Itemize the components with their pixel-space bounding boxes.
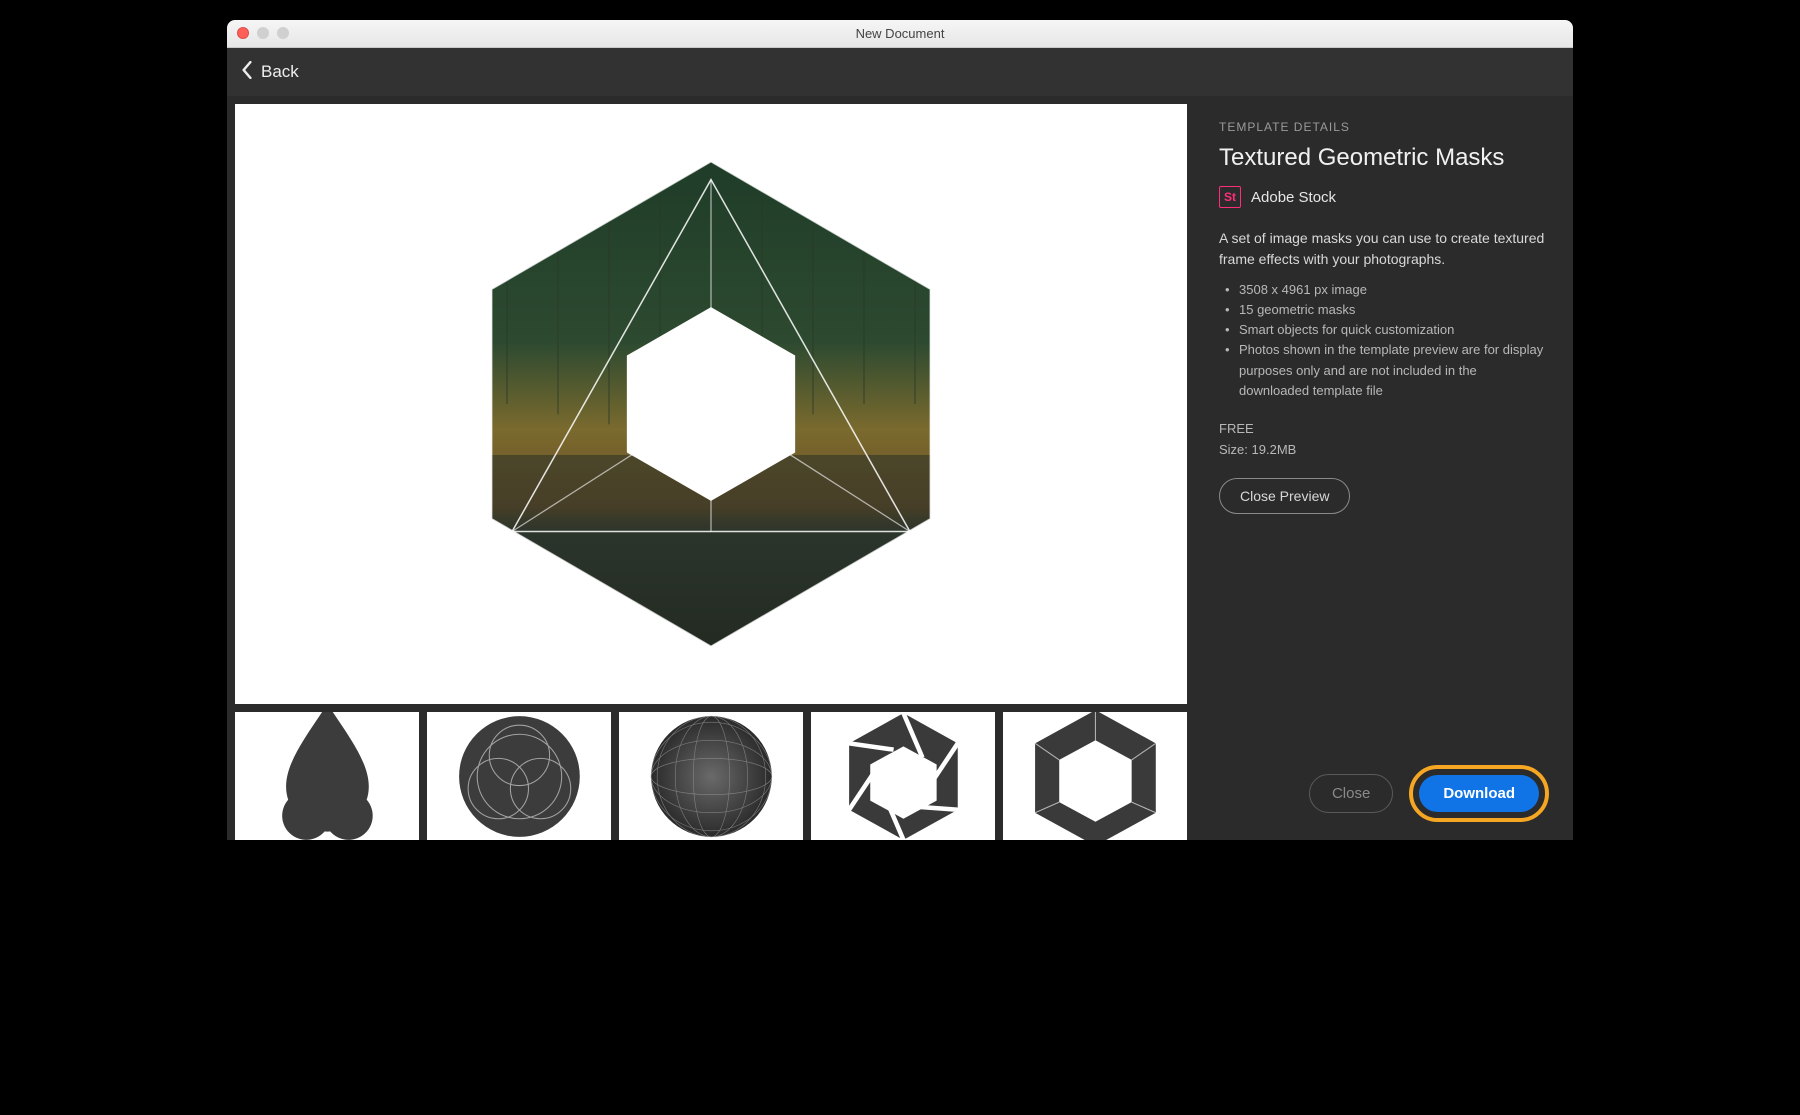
price-label: FREE	[1219, 419, 1549, 440]
thumb-circle-pattern[interactable]	[427, 712, 611, 840]
preview-main	[235, 104, 1187, 704]
template-description: A set of image masks you can use to crea…	[1219, 228, 1549, 270]
thumbnail-strip	[235, 712, 1187, 840]
details-panel: TEMPLATE DETAILS Textured Geometric Mask…	[1195, 96, 1573, 840]
template-title: Textured Geometric Masks	[1219, 144, 1549, 172]
back-label: Back	[261, 62, 299, 82]
chevron-left-icon	[241, 61, 253, 84]
titlebar: New Document	[227, 20, 1573, 48]
template-source[interactable]: St Adobe Stock	[1219, 186, 1549, 208]
zoom-window-icon[interactable]	[277, 27, 289, 39]
feature-item: 15 geometric masks	[1225, 300, 1549, 320]
panel-footer: Close Download	[1219, 765, 1549, 822]
thumb-teardrop[interactable]	[235, 712, 419, 840]
close-button[interactable]: Close	[1309, 774, 1393, 813]
section-label: TEMPLATE DETAILS	[1219, 120, 1549, 134]
size-label: Size: 19.2MB	[1219, 440, 1549, 461]
hexagon-preview-image	[456, 149, 966, 659]
dialog-body: TEMPLATE DETAILS Textured Geometric Mask…	[227, 96, 1573, 840]
back-button[interactable]: Back	[241, 61, 299, 84]
thumb-aperture[interactable]	[811, 712, 995, 840]
thumb-sphere-grid[interactable]	[619, 712, 803, 840]
adobe-stock-icon: St	[1219, 186, 1241, 208]
window-title: New Document	[227, 26, 1573, 41]
close-window-icon[interactable]	[237, 27, 249, 39]
download-button[interactable]: Download	[1419, 775, 1539, 812]
thumb-hex-outline[interactable]	[1003, 712, 1187, 840]
template-meta: FREE Size: 19.2MB	[1219, 419, 1549, 461]
feature-item: 3508 x 4961 px image	[1225, 280, 1549, 300]
source-name: Adobe Stock	[1251, 189, 1336, 206]
feature-item: Photos shown in the template preview are…	[1225, 340, 1549, 400]
toolbar: Back	[227, 48, 1573, 96]
close-preview-button[interactable]: Close Preview	[1219, 478, 1350, 514]
download-highlight: Download	[1409, 765, 1549, 822]
feature-item: Smart objects for quick customization	[1225, 320, 1549, 340]
window-controls	[237, 27, 289, 39]
minimize-window-icon[interactable]	[257, 27, 269, 39]
new-document-window: New Document Back	[227, 20, 1573, 840]
feature-list: 3508 x 4961 px image 15 geometric masks …	[1219, 280, 1549, 401]
preview-column	[227, 96, 1195, 840]
